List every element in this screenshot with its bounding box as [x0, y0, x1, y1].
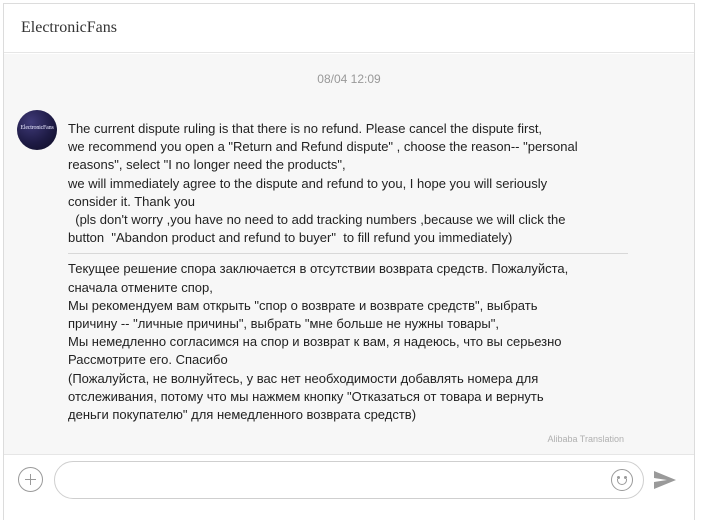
- message-input[interactable]: [69, 470, 589, 490]
- smiley-mouth: [617, 479, 627, 485]
- message-composer: [4, 454, 694, 520]
- send-svg: [654, 471, 676, 489]
- translated-message-text: Текущее решение спора заключается в отсу…: [68, 261, 569, 423]
- paper-plane-icon[interactable]: [652, 469, 678, 491]
- avatar[interactable]: ElectronicFans: [17, 110, 57, 150]
- chat-title: ElectronicFans: [21, 19, 117, 36]
- chat-header: ElectronicFans: [4, 4, 694, 53]
- message-list[interactable]: 08/04 12:09 ElectronicFans The current d…: [4, 54, 694, 454]
- avatar-logo-text: ElectronicFans: [20, 125, 54, 131]
- translation-source-label: Alibaba Translation: [547, 434, 624, 444]
- message-input-container[interactable]: [54, 461, 644, 499]
- message-bubble: The current dispute ruling is that there…: [68, 120, 628, 448]
- smiley-icon[interactable]: [611, 469, 633, 491]
- original-message-text: The current dispute ruling is that there…: [68, 121, 578, 246]
- chat-window: ElectronicFans 08/04 12:09 ElectronicFan…: [3, 3, 695, 520]
- plus-circle-icon[interactable]: [18, 467, 43, 492]
- message-timestamp: 08/04 12:09: [317, 72, 381, 86]
- translation-divider: [68, 253, 628, 255]
